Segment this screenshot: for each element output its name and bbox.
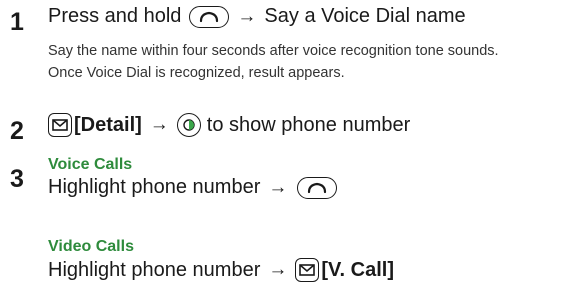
step-2-instruction: [Detail] → to show phone number <box>48 113 410 137</box>
video-calls-heading: Video Calls <box>48 238 134 255</box>
mail-key-icon <box>48 113 72 137</box>
note-line: Say the name within four seconds after v… <box>48 43 499 59</box>
instruction-text: Highlight phone number <box>48 176 261 198</box>
step-number: 3 <box>10 165 24 193</box>
video-calls-instruction: Highlight phone number → [V. Call] <box>48 258 394 282</box>
note-line: Once Voice Dial is recognized, result ap… <box>48 65 345 81</box>
step-1-instruction: Press and hold → Say a Voice Dial name <box>48 5 466 28</box>
call-key-icon <box>297 176 338 199</box>
call-key-icon <box>189 5 230 28</box>
nav-key-icon <box>176 113 201 137</box>
arrow-icon: → <box>268 259 288 280</box>
mail-key-icon <box>295 258 320 282</box>
detail-label: [Detail] <box>74 113 142 136</box>
step-1-note: Say the name within four seconds after v… <box>48 40 499 84</box>
instruction-text: Highlight phone number <box>48 258 261 281</box>
voice-calls-instruction: Highlight phone number → <box>48 176 338 199</box>
instruction-text: Say a Voice Dial name <box>264 5 466 27</box>
instruction-text: Press and hold <box>48 5 182 27</box>
arrow-icon: → <box>149 114 169 135</box>
voice-calls-heading: Voice Calls <box>48 156 133 173</box>
instruction-text: to show phone number <box>206 113 411 136</box>
vcall-label: [V. Call] <box>321 258 394 281</box>
arrow-icon: → <box>268 176 288 198</box>
step-number: 2 <box>10 117 24 145</box>
arrow-icon: → <box>237 5 257 27</box>
step-number: 1 <box>10 8 24 36</box>
